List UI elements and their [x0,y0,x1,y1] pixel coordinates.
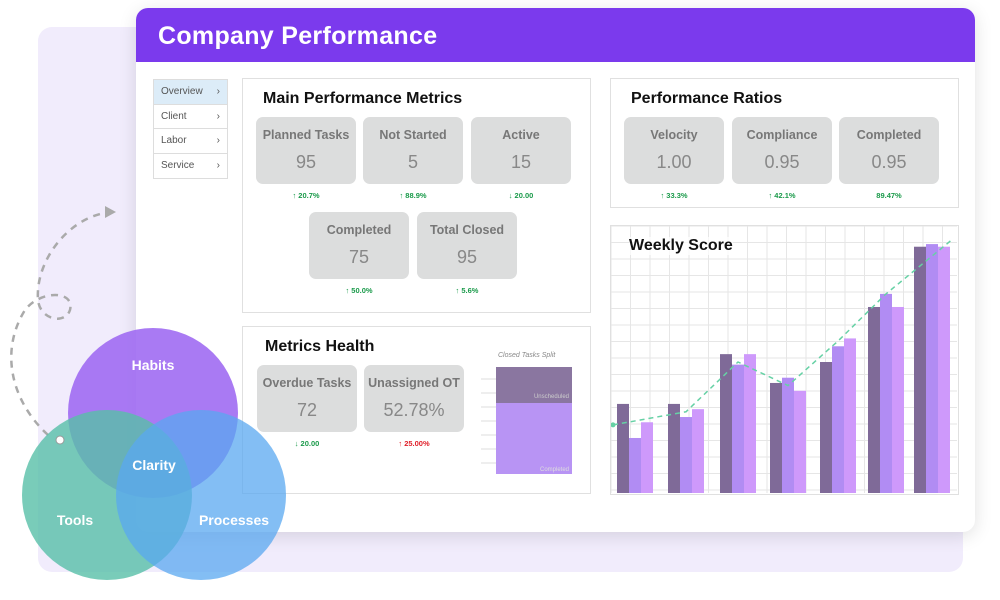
metric-label: Completed [856,128,922,142]
metric-change: ↑ 5.6% [455,286,479,295]
bar [914,246,926,493]
metric-change: ↑ 50.0% [345,286,373,295]
bar [680,417,692,493]
metric-card: Velocity 1.00 [624,117,724,184]
metric-value: 75 [348,247,370,267]
bar [617,403,629,493]
sidebar-item-overview[interactable]: Overview › [154,80,227,105]
bar [720,354,732,493]
metric-value: 95 [456,247,478,267]
panel-title: Performance Ratios [631,90,783,107]
chevron-right-icon: › [216,159,220,171]
metric-label: Velocity [650,128,698,142]
bar [794,390,806,493]
sidebar-item-labor[interactable]: Labor › [154,129,227,154]
metric-card: Planned Tasks 95 [256,117,356,184]
bar [641,422,653,493]
sidebar-item-label: Labor [161,135,187,146]
bar [868,306,880,493]
metric-change: ↑ 88.9% [399,191,427,200]
venn-circle-processes [116,410,286,580]
venn-label: Processes [199,512,269,528]
metric-change: ↓ 20.00 [508,191,534,200]
metric-change: ↑ 25.00% [398,439,430,448]
sidebar-item-label: Overview [161,86,203,97]
bar [692,409,704,493]
metric-change: ↑ 20.7% [292,191,320,200]
metric-card: Completed 0.95 [839,117,939,184]
segment-label: Unscheduled [534,394,569,400]
metric-card: Compliance 0.95 [732,117,832,184]
bar [938,246,950,493]
metric-value: 95 [295,152,317,172]
closed-tasks-split-chart: Unscheduled Completed [481,367,572,474]
metric-value: 0.95 [871,152,907,172]
segment-label: Completed [540,467,569,473]
sidebar: Overview › Client › Labor › Service › [153,79,228,179]
metric-label: Total Closed [429,223,505,237]
bar [744,354,756,493]
bar [629,437,641,493]
metric-card: Unassigned OT 52.78% [364,365,464,432]
metric-value: 52.78% [383,400,445,420]
chevron-right-icon: › [216,135,220,146]
bar [880,293,892,493]
weekly-score-chart [611,226,957,493]
bar [668,403,680,493]
venn-diagram: Habits Tools Processes Clarity [22,328,286,580]
sidebar-item-label: Service [161,159,195,171]
bar [892,306,904,493]
metric-change: ↑ 42.1% [768,191,796,200]
venn-center-label: Clarity [132,457,176,473]
venn-label: Tools [57,512,94,528]
metric-value: 1.00 [656,152,692,172]
bar [820,362,832,493]
page-title: Company Performance [136,8,975,62]
panel-title: Main Performance Metrics [263,90,463,107]
metric-label: Not Started [379,128,447,142]
bar [782,377,794,493]
trend-start-point [611,422,616,428]
split-chart-title: Closed Tasks Split [498,352,556,359]
bar [844,338,856,493]
chart-title: Weekly Score [629,237,733,255]
bar [926,244,938,493]
sidebar-item-label: Client [161,110,187,122]
metric-label: Completed [326,223,392,237]
metric-label: Active [502,128,540,142]
performance-ratios-panel: Performance Ratios Velocity 1.00 ↑ 33.3% Co… [610,78,959,208]
bar [732,364,744,493]
metric-label: Planned Tasks [262,128,350,142]
weekly-score-panel: Weekly Score [610,225,959,495]
chevron-right-icon: › [216,110,220,122]
chevron-right-icon: › [216,86,220,97]
sidebar-item-service[interactable]: Service › [154,154,227,179]
split-segment-completed [496,403,572,474]
metric-change: ↑ 33.3% [660,191,688,200]
metric-card: Completed 75 [309,212,409,279]
metric-change: 89.47% [876,191,902,200]
metric-card: Not Started 5 [363,117,463,184]
venn-label: Habits [132,357,175,373]
metric-card: Active 15 [471,117,571,184]
metric-value: 15 [510,152,532,172]
metric-value: 0.95 [764,152,800,172]
metric-value: 5 [407,152,418,172]
dot-icon [55,435,65,445]
metric-label: Compliance [746,128,818,142]
sidebar-item-client[interactable]: Client › [154,105,227,129]
main-metrics-panel: Main Performance Metrics Planned Tasks 95… [242,78,591,313]
metric-card: Total Closed 95 [417,212,517,279]
bar [770,382,782,493]
metric-label: Unassigned OT [368,376,460,390]
bar [832,346,844,493]
